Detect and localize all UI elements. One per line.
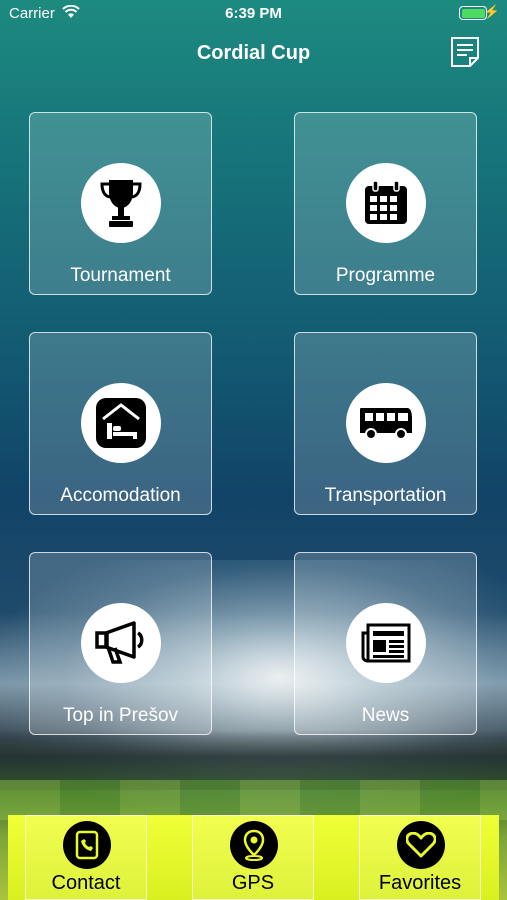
megaphone-icon bbox=[81, 603, 161, 683]
tile-label: News bbox=[361, 705, 410, 726]
tile-label: Programme bbox=[335, 265, 436, 286]
tile-tournament[interactable]: Tournament bbox=[29, 112, 212, 295]
tile-label: Top in Prešov bbox=[62, 705, 179, 726]
tile-top-in-presov[interactable]: Top in Prešov bbox=[29, 552, 212, 735]
pitch-grass bbox=[0, 780, 507, 820]
bus-icon bbox=[346, 383, 426, 463]
tile-transportation[interactable]: Transportation bbox=[294, 332, 477, 515]
bottom-tab-bar: Contact GPS Favorites bbox=[8, 815, 499, 900]
clock: 6:39 PM bbox=[225, 5, 282, 22]
tile-accomodation[interactable]: Accomodation bbox=[29, 332, 212, 515]
status-bar: Carrier 6:39 PM ⚡ bbox=[0, 0, 507, 28]
tile-programme[interactable]: Programme bbox=[294, 112, 477, 295]
charging-icon: ⚡ bbox=[483, 4, 500, 19]
tab-label: Contact bbox=[51, 872, 121, 894]
tile-label: Accomodation bbox=[60, 485, 181, 506]
navigation-bar: Cordial Cup bbox=[0, 30, 507, 78]
calendar-icon bbox=[346, 163, 426, 243]
newspaper-icon bbox=[346, 603, 426, 683]
trophy-icon bbox=[81, 163, 161, 243]
tab-gps[interactable]: GPS bbox=[192, 815, 314, 900]
tile-news[interactable]: News bbox=[294, 552, 477, 735]
tile-label: Transportation bbox=[324, 485, 447, 506]
tab-label: GPS bbox=[231, 872, 275, 894]
phone-book-icon bbox=[63, 821, 111, 869]
location-pin-icon bbox=[230, 821, 278, 869]
tab-contact[interactable]: Contact bbox=[25, 815, 147, 900]
heart-icon bbox=[397, 821, 445, 869]
page-title: Cordial Cup bbox=[196, 42, 311, 64]
hotel-bed-icon bbox=[81, 383, 161, 463]
tab-label: Favorites bbox=[378, 872, 462, 894]
battery-icon bbox=[459, 6, 487, 20]
tab-favorites[interactable]: Favorites bbox=[359, 815, 481, 900]
tile-label: Tournament bbox=[70, 265, 171, 286]
notes-icon[interactable] bbox=[449, 36, 481, 68]
